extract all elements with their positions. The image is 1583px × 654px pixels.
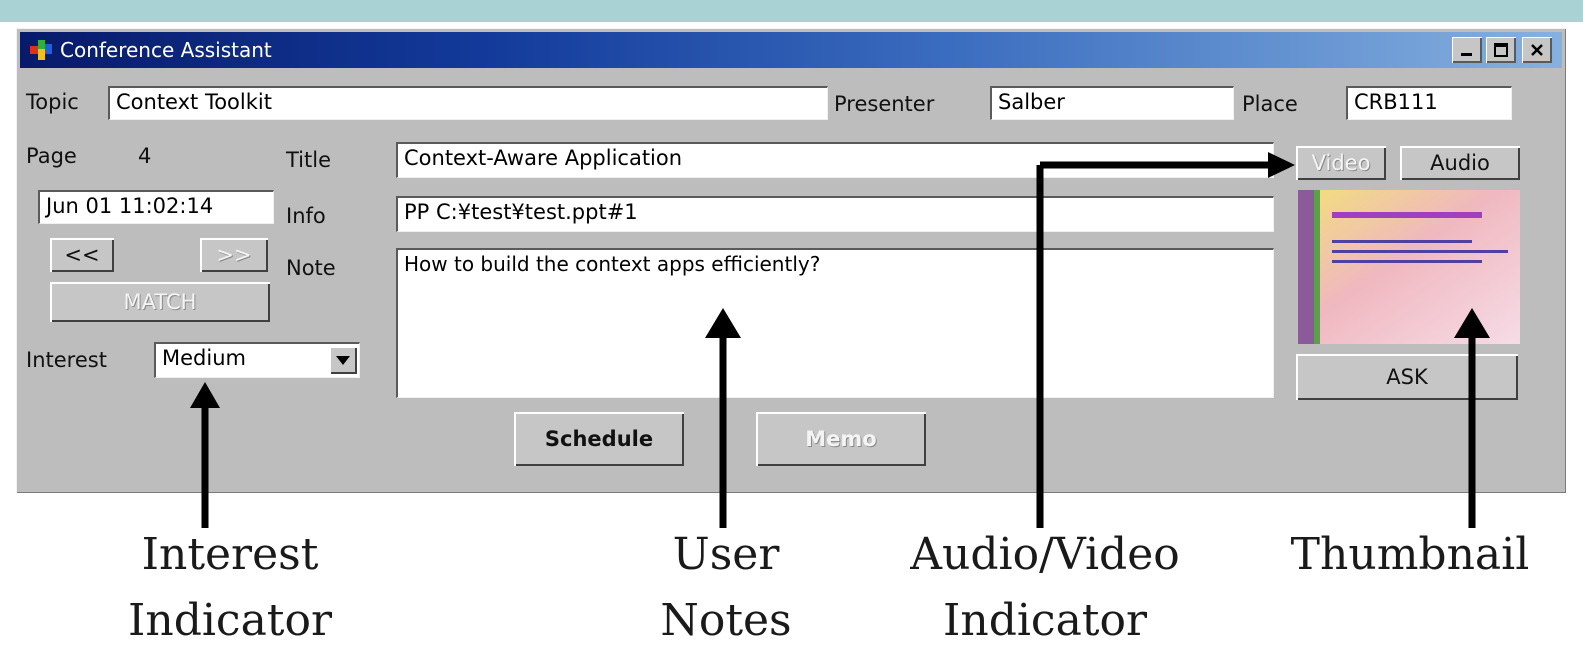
annotation-line: User: [672, 529, 780, 580]
arrow-up-icon: [705, 308, 741, 338]
arrow-right-icon: [1268, 152, 1295, 178]
annotation-line: Thumbnail: [1290, 529, 1530, 580]
annotation-line: Indicator: [942, 595, 1148, 646]
annotation-interest-indicator: Interest Indicator: [110, 522, 350, 654]
annotation-user-notes: User Notes: [626, 522, 826, 654]
arrow-up-icon: [1454, 308, 1490, 338]
annotation-line: Indicator: [127, 595, 333, 646]
annotation-line: Notes: [660, 595, 792, 646]
annotation-audio-video-indicator: Audio/Video Indicator: [880, 522, 1210, 654]
annotation-line: Audio/Video: [910, 529, 1180, 580]
annotation-line: Interest: [141, 529, 319, 580]
annotation-thumbnail: Thumbnail: [1270, 522, 1550, 588]
arrow-up-icon: [190, 382, 220, 408]
